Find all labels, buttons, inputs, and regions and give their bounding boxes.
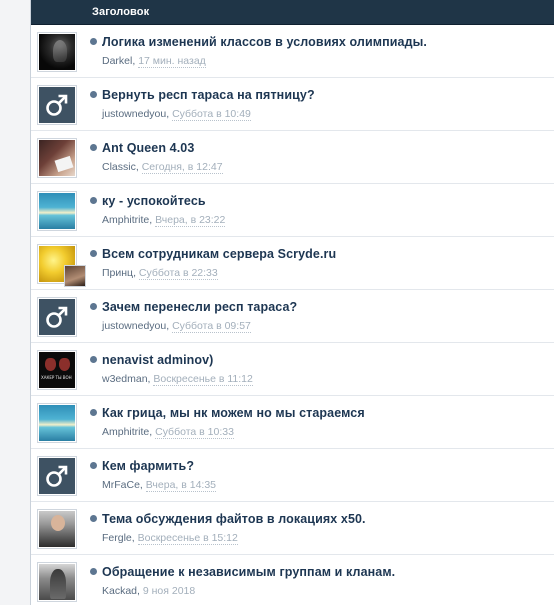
seascape-avatar — [39, 193, 75, 229]
topic-row: ку - успокойтесь Amphitrite, Вчера, в 23… — [31, 184, 554, 237]
topic-author-link[interactable]: w3edman — [102, 373, 148, 385]
topic-title-link[interactable]: ку - успокойтесь — [102, 194, 206, 208]
topic-status-icon — [90, 462, 97, 469]
male-icon — [39, 87, 75, 123]
user-avatar[interactable] — [37, 297, 77, 337]
topic-row: Кем фармить? MrFaCe, Вчера, в 14:35 — [31, 449, 554, 502]
topic-status-icon — [90, 409, 97, 416]
topic-row: Вернуть респ тараса на пятницу? justowne… — [31, 78, 554, 131]
topic-time-link[interactable]: Вчера, в 14:35 — [145, 479, 217, 492]
topic-title-link[interactable]: Всем сотрудникам сервера Scryde.ru — [102, 247, 336, 261]
topic-status-icon — [90, 515, 97, 522]
user-avatar[interactable] — [37, 32, 77, 72]
topic-row: Ant Queen 4.03 Classic, Сегодня, в 12:47 — [31, 131, 554, 184]
topic-status-icon — [90, 568, 97, 575]
topic-row: Как грица, мы нк можем но мы стараемся A… — [31, 396, 554, 449]
topic-row: Зачем перенесли респ тараса? justownedyo… — [31, 290, 554, 343]
user-avatar[interactable] — [37, 403, 77, 443]
topic-time-link[interactable]: Воскресенье в 11:12 — [153, 373, 253, 386]
topic-meta: Amphitrite, Вчера, в 23:22 — [102, 214, 226, 227]
topic-meta: justownedyou, Суббота в 09:57 — [102, 320, 251, 333]
girl-photo-avatar — [39, 140, 75, 176]
topic-status-icon — [90, 144, 97, 151]
topic-title-link[interactable]: Ant Queen 4.03 — [102, 141, 194, 155]
left-gutter — [0, 0, 31, 605]
male-icon — [39, 458, 75, 494]
topic-row: Тема обсуждения файтов в локациях х50. F… — [31, 502, 554, 555]
topic-meta: MrFaCe, Вчера, в 14:35 — [102, 479, 217, 492]
user-avatar[interactable] — [37, 562, 77, 602]
topic-author-link[interactable]: justownedyou — [102, 320, 166, 332]
topic-time-link[interactable]: Суббота в 10:49 — [172, 108, 251, 121]
user-avatar[interactable] — [37, 191, 77, 231]
last-poster-mini-avatar[interactable] — [64, 265, 86, 287]
topic-time-link[interactable]: Воскресенье в 15:12 — [137, 532, 238, 545]
black-poster-avatar — [39, 352, 75, 388]
topic-meta: w3edman, Воскресенье в 11:12 — [102, 373, 253, 386]
topic-author-link[interactable]: Принц — [102, 267, 133, 279]
topic-row: Обращение к независимым группам и кланам… — [31, 555, 554, 605]
topic-time-link[interactable]: Вчера, в 23:22 — [155, 214, 226, 227]
topic-meta: justownedyou, Суббота в 10:49 — [102, 108, 251, 121]
topic-title-link[interactable]: Зачем перенесли респ тараса? — [102, 300, 297, 314]
topic-meta: Darkel, 17 мин. назад — [102, 55, 206, 68]
topic-row: nenavist adminov) w3edman, Воскресенье в… — [31, 343, 554, 396]
topic-author-link[interactable]: Amphitrite — [102, 214, 149, 226]
topic-title-link[interactable]: Тема обсуждения файтов в локациях х50. — [102, 512, 366, 526]
topic-status-icon — [90, 197, 97, 204]
topic-status-icon — [90, 91, 97, 98]
topic-author-link[interactable]: Amphitrite — [102, 426, 149, 438]
topic-time-link[interactable]: Суббота в 09:57 — [172, 320, 251, 333]
topic-list-panel: Заголовок Логика изменений классов в усл… — [31, 0, 554, 605]
user-avatar[interactable] — [37, 350, 77, 390]
topic-status-icon — [90, 250, 97, 257]
user-avatar[interactable] — [37, 509, 77, 549]
topic-meta: Принц, Суббота в 22:33 — [102, 267, 218, 280]
topic-row: Логика изменений классов в условиях олим… — [31, 25, 554, 78]
topic-time-link[interactable]: Суббота в 10:33 — [155, 426, 234, 439]
topic-title-link[interactable]: nenavist adminov) — [102, 353, 213, 367]
topic-author-link[interactable]: Kackad — [102, 585, 137, 597]
user-avatar[interactable] — [37, 138, 77, 178]
topic-author-link[interactable]: Darkel — [102, 55, 132, 67]
male-icon — [39, 299, 75, 335]
topic-author-link[interactable]: Fergle — [102, 532, 132, 544]
seascape-avatar — [39, 405, 75, 441]
user-avatar[interactable] — [37, 456, 77, 496]
dark-bird-avatar — [39, 34, 75, 70]
topic-time-link[interactable]: Суббота в 22:33 — [138, 267, 218, 280]
topic-title-link[interactable]: Вернуть респ тараса на пятницу? — [102, 88, 315, 102]
user-avatar[interactable] — [37, 244, 86, 287]
topic-author-link[interactable]: justownedyou — [102, 108, 166, 120]
topic-status-icon — [90, 303, 97, 310]
topic-row: Всем сотрудникам сервера Scryde.ru Принц… — [31, 237, 554, 290]
topic-status-icon — [90, 356, 97, 363]
topic-meta: Kackad, 9 ноя 2018 — [102, 585, 196, 597]
topic-time-link[interactable]: 17 мин. назад — [138, 55, 206, 68]
topic-title-link[interactable]: Как грица, мы нк можем но мы стараемся — [102, 406, 365, 420]
topic-meta: Classic, Сегодня, в 12:47 — [102, 161, 223, 174]
topic-time-text: 9 ноя 2018 — [142, 585, 196, 597]
topic-author-link[interactable]: MrFaCe — [102, 479, 140, 491]
topic-time-link[interactable]: Сегодня, в 12:47 — [141, 161, 223, 174]
topic-meta: Fergle, Воскресенье в 15:12 — [102, 532, 238, 545]
topic-title-link[interactable]: Кем фармить? — [102, 459, 194, 473]
topic-status-icon — [90, 38, 97, 45]
man-photo-avatar — [39, 511, 75, 547]
topic-meta: Amphitrite, Суббота в 10:33 — [102, 426, 234, 439]
topic-list: Логика изменений классов в условиях олим… — [31, 25, 554, 605]
column-header-title[interactable]: Заголовок — [92, 6, 149, 18]
topic-author-link[interactable]: Classic — [102, 161, 136, 173]
knight-avatar — [39, 564, 75, 600]
topic-list-header: Заголовок — [31, 0, 554, 25]
topic-title-link[interactable]: Логика изменений классов в условиях олим… — [102, 35, 427, 49]
topic-title-link[interactable]: Обращение к независимым группам и кланам… — [102, 565, 395, 579]
user-avatar[interactable] — [37, 85, 77, 125]
